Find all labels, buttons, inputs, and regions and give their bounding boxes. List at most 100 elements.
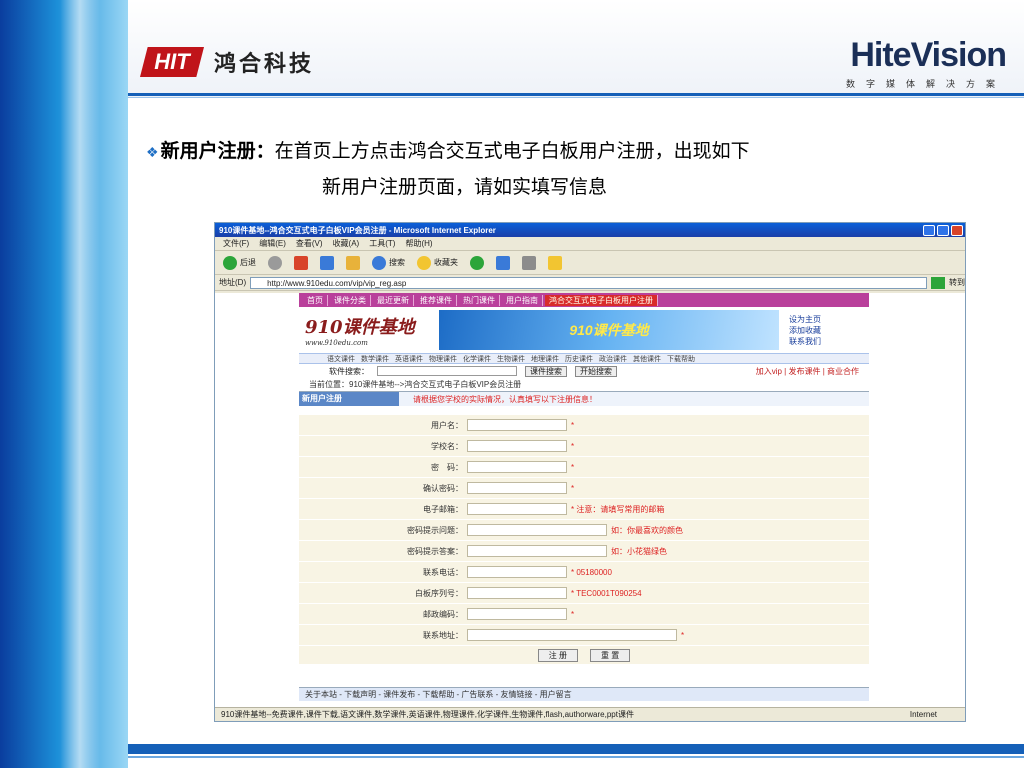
history-button[interactable] bbox=[470, 255, 484, 270]
field-label: 密码提示答案： bbox=[407, 546, 463, 556]
close-button[interactable] bbox=[951, 224, 963, 236]
folder-icon bbox=[548, 255, 562, 270]
postcode-row: 邮政编码： * bbox=[299, 604, 869, 625]
search-type-select[interactable]: 课件搜索 bbox=[525, 365, 567, 377]
window-titlebar: 910课件基地--鸿合交互式电子白板VIP会员注册 - Microsoft In… bbox=[215, 223, 965, 237]
register-button[interactable]: 注 册 bbox=[537, 648, 578, 662]
home-icon bbox=[346, 255, 360, 270]
menu-tools[interactable]: 工具(T) bbox=[369, 238, 395, 249]
form-notice: 请根据您学校的实际情况，认真填写以下注册信息！ bbox=[413, 394, 597, 404]
header-divider bbox=[128, 93, 1024, 96]
brand-name: HiteVision bbox=[850, 36, 1007, 74]
subnav-item[interactable]: 数学课件 bbox=[361, 354, 389, 364]
subnav-item[interactable]: 下载帮助 bbox=[667, 354, 695, 364]
menu-help[interactable]: 帮助(H) bbox=[405, 238, 432, 249]
username-input[interactable] bbox=[467, 419, 567, 431]
add-favorite-link[interactable]: 添加收藏 bbox=[789, 325, 821, 336]
answer-input[interactable] bbox=[467, 545, 607, 557]
maximize-button[interactable] bbox=[937, 224, 949, 236]
serial-input[interactable] bbox=[467, 587, 567, 599]
nav-whiteboard-register[interactable]: 鸿合交互式电子白板用户注册 bbox=[545, 294, 658, 306]
subnav-item[interactable]: 语文课件 bbox=[327, 354, 355, 364]
menu-favorites[interactable]: 收藏(A) bbox=[333, 238, 360, 249]
address-bar: 地址(D) http://www.910edu.com/vip/vip_reg.… bbox=[215, 275, 965, 291]
site-nav: 首页 课件分类 最近更新 推荐课件 热门课件 用户指南 鸿合交互式电子白板用户注… bbox=[299, 293, 869, 307]
go-label[interactable]: 转到 bbox=[949, 277, 965, 288]
folder-button[interactable] bbox=[548, 255, 562, 270]
field-hint: * 05180000 bbox=[571, 567, 612, 577]
field-label: 联系地址： bbox=[423, 630, 463, 640]
refresh-button[interactable] bbox=[320, 255, 334, 270]
start-search-button[interactable]: 开始搜索 bbox=[575, 365, 617, 377]
subnav-item[interactable]: 生物课件 bbox=[497, 354, 525, 364]
print-button[interactable] bbox=[522, 255, 536, 270]
subnav-item[interactable]: 地理课件 bbox=[531, 354, 559, 364]
field-label: 电子邮箱： bbox=[423, 504, 463, 514]
menu-edit[interactable]: 编辑(E) bbox=[259, 238, 286, 249]
field-label: 密码提示问题： bbox=[407, 525, 463, 535]
go-icon[interactable] bbox=[931, 276, 945, 289]
back-button[interactable]: 后退 bbox=[223, 255, 256, 270]
nav-guide[interactable]: 用户指南 bbox=[502, 294, 543, 306]
question-input[interactable] bbox=[467, 524, 607, 536]
status-zone: Internet bbox=[909, 710, 937, 719]
site-search-input[interactable] bbox=[377, 366, 517, 376]
mail-button[interactable] bbox=[496, 255, 510, 270]
contact-link[interactable]: 联系我们 bbox=[789, 336, 821, 347]
site-footer[interactable]: 关于本站 - 下载声明 - 课件发布 - 下载帮助 - 广告联系 - 友情链接 … bbox=[299, 687, 869, 701]
password-input[interactable] bbox=[467, 461, 567, 473]
school-input[interactable] bbox=[467, 440, 567, 452]
home-button[interactable] bbox=[346, 255, 360, 270]
field-hint: 如：小花猫绿色 bbox=[611, 546, 667, 556]
phone-row: 联系电话： * 05180000 bbox=[299, 562, 869, 583]
forward-button[interactable] bbox=[268, 255, 282, 270]
subnav-item[interactable]: 化学课件 bbox=[463, 354, 491, 364]
search-button[interactable]: 搜索 bbox=[372, 255, 405, 270]
nav-recommended[interactable]: 推荐课件 bbox=[416, 294, 457, 306]
nav-home[interactable]: 首页 bbox=[303, 294, 328, 306]
email-input[interactable] bbox=[467, 503, 567, 515]
favorites-label: 收藏夹 bbox=[434, 258, 458, 267]
contact-address-input[interactable] bbox=[467, 629, 677, 641]
stop-button[interactable] bbox=[294, 255, 308, 270]
subnav-item[interactable]: 物理课件 bbox=[429, 354, 457, 364]
postcode-input[interactable] bbox=[467, 608, 567, 620]
address-input[interactable]: http://www.910edu.com/vip/vip_reg.asp bbox=[250, 276, 927, 289]
field-hint: * TEC0001T090254 bbox=[571, 588, 642, 598]
nav-categories[interactable]: 课件分类 bbox=[330, 294, 371, 306]
left-decorative-band bbox=[0, 0, 128, 768]
honghe-logo: HIT 鸿合科技 bbox=[140, 46, 314, 78]
subnav-item[interactable]: 政治课件 bbox=[599, 354, 627, 364]
password-row: 密 码： * bbox=[299, 457, 869, 478]
serial-row: 白板序列号： * TEC0001T090254 bbox=[299, 583, 869, 604]
text-line-2: 新用户注册页面，请如实填写信息 bbox=[322, 176, 608, 198]
search-icon bbox=[372, 255, 386, 270]
field-hint: * bbox=[571, 441, 575, 451]
subnav-item[interactable]: 历史课件 bbox=[565, 354, 593, 364]
address-label: 地址(D) bbox=[219, 278, 247, 287]
footer-line bbox=[128, 756, 1024, 758]
phone-input[interactable] bbox=[467, 566, 567, 578]
reset-button[interactable]: 重 置 bbox=[590, 648, 631, 662]
subnav-item[interactable]: 其他课件 bbox=[633, 354, 661, 364]
browser-screenshot: 910课件基地--鸿合交互式电子白板VIP会员注册 - Microsoft In… bbox=[214, 222, 966, 722]
field-hint: 如：你最喜欢的颜色 bbox=[611, 525, 683, 535]
company-name: 鸿合科技 bbox=[214, 51, 315, 77]
nav-popular[interactable]: 热门课件 bbox=[459, 294, 500, 306]
set-homepage-link[interactable]: 设为主页 bbox=[789, 314, 821, 325]
menu-view[interactable]: 查看(V) bbox=[296, 238, 323, 249]
field-label: 邮政编码： bbox=[423, 609, 463, 619]
favorites-button[interactable]: 收藏夹 bbox=[417, 255, 458, 270]
stop-icon bbox=[294, 255, 308, 270]
confirm-password-input[interactable] bbox=[467, 482, 567, 494]
hitevision-logo: HiteVision 数字媒体解决方案 bbox=[846, 36, 1007, 90]
site-banner: 910课件基地 www.910edu.com 910课件基地 设为主页 添加收藏… bbox=[299, 307, 869, 353]
vip-links[interactable]: 加入vip | 发布课件 | 商业合作 bbox=[756, 366, 859, 377]
body-text-1: 在首页上方点击鸿合交互式电子白板用户注册，出现如下 bbox=[274, 140, 750, 162]
site-logo[interactable]: 910课件基地 www.910edu.com bbox=[299, 313, 439, 347]
subnav-item[interactable]: 英语课件 bbox=[395, 354, 423, 364]
menu-file[interactable]: 文件(F) bbox=[223, 238, 249, 249]
status-text: 910课件基地--免费课件,课件下载,语文课件,数学课件,英语课件,物理课件,化… bbox=[221, 710, 634, 719]
minimize-button[interactable] bbox=[923, 224, 935, 236]
nav-recent[interactable]: 最近更新 bbox=[373, 294, 414, 306]
